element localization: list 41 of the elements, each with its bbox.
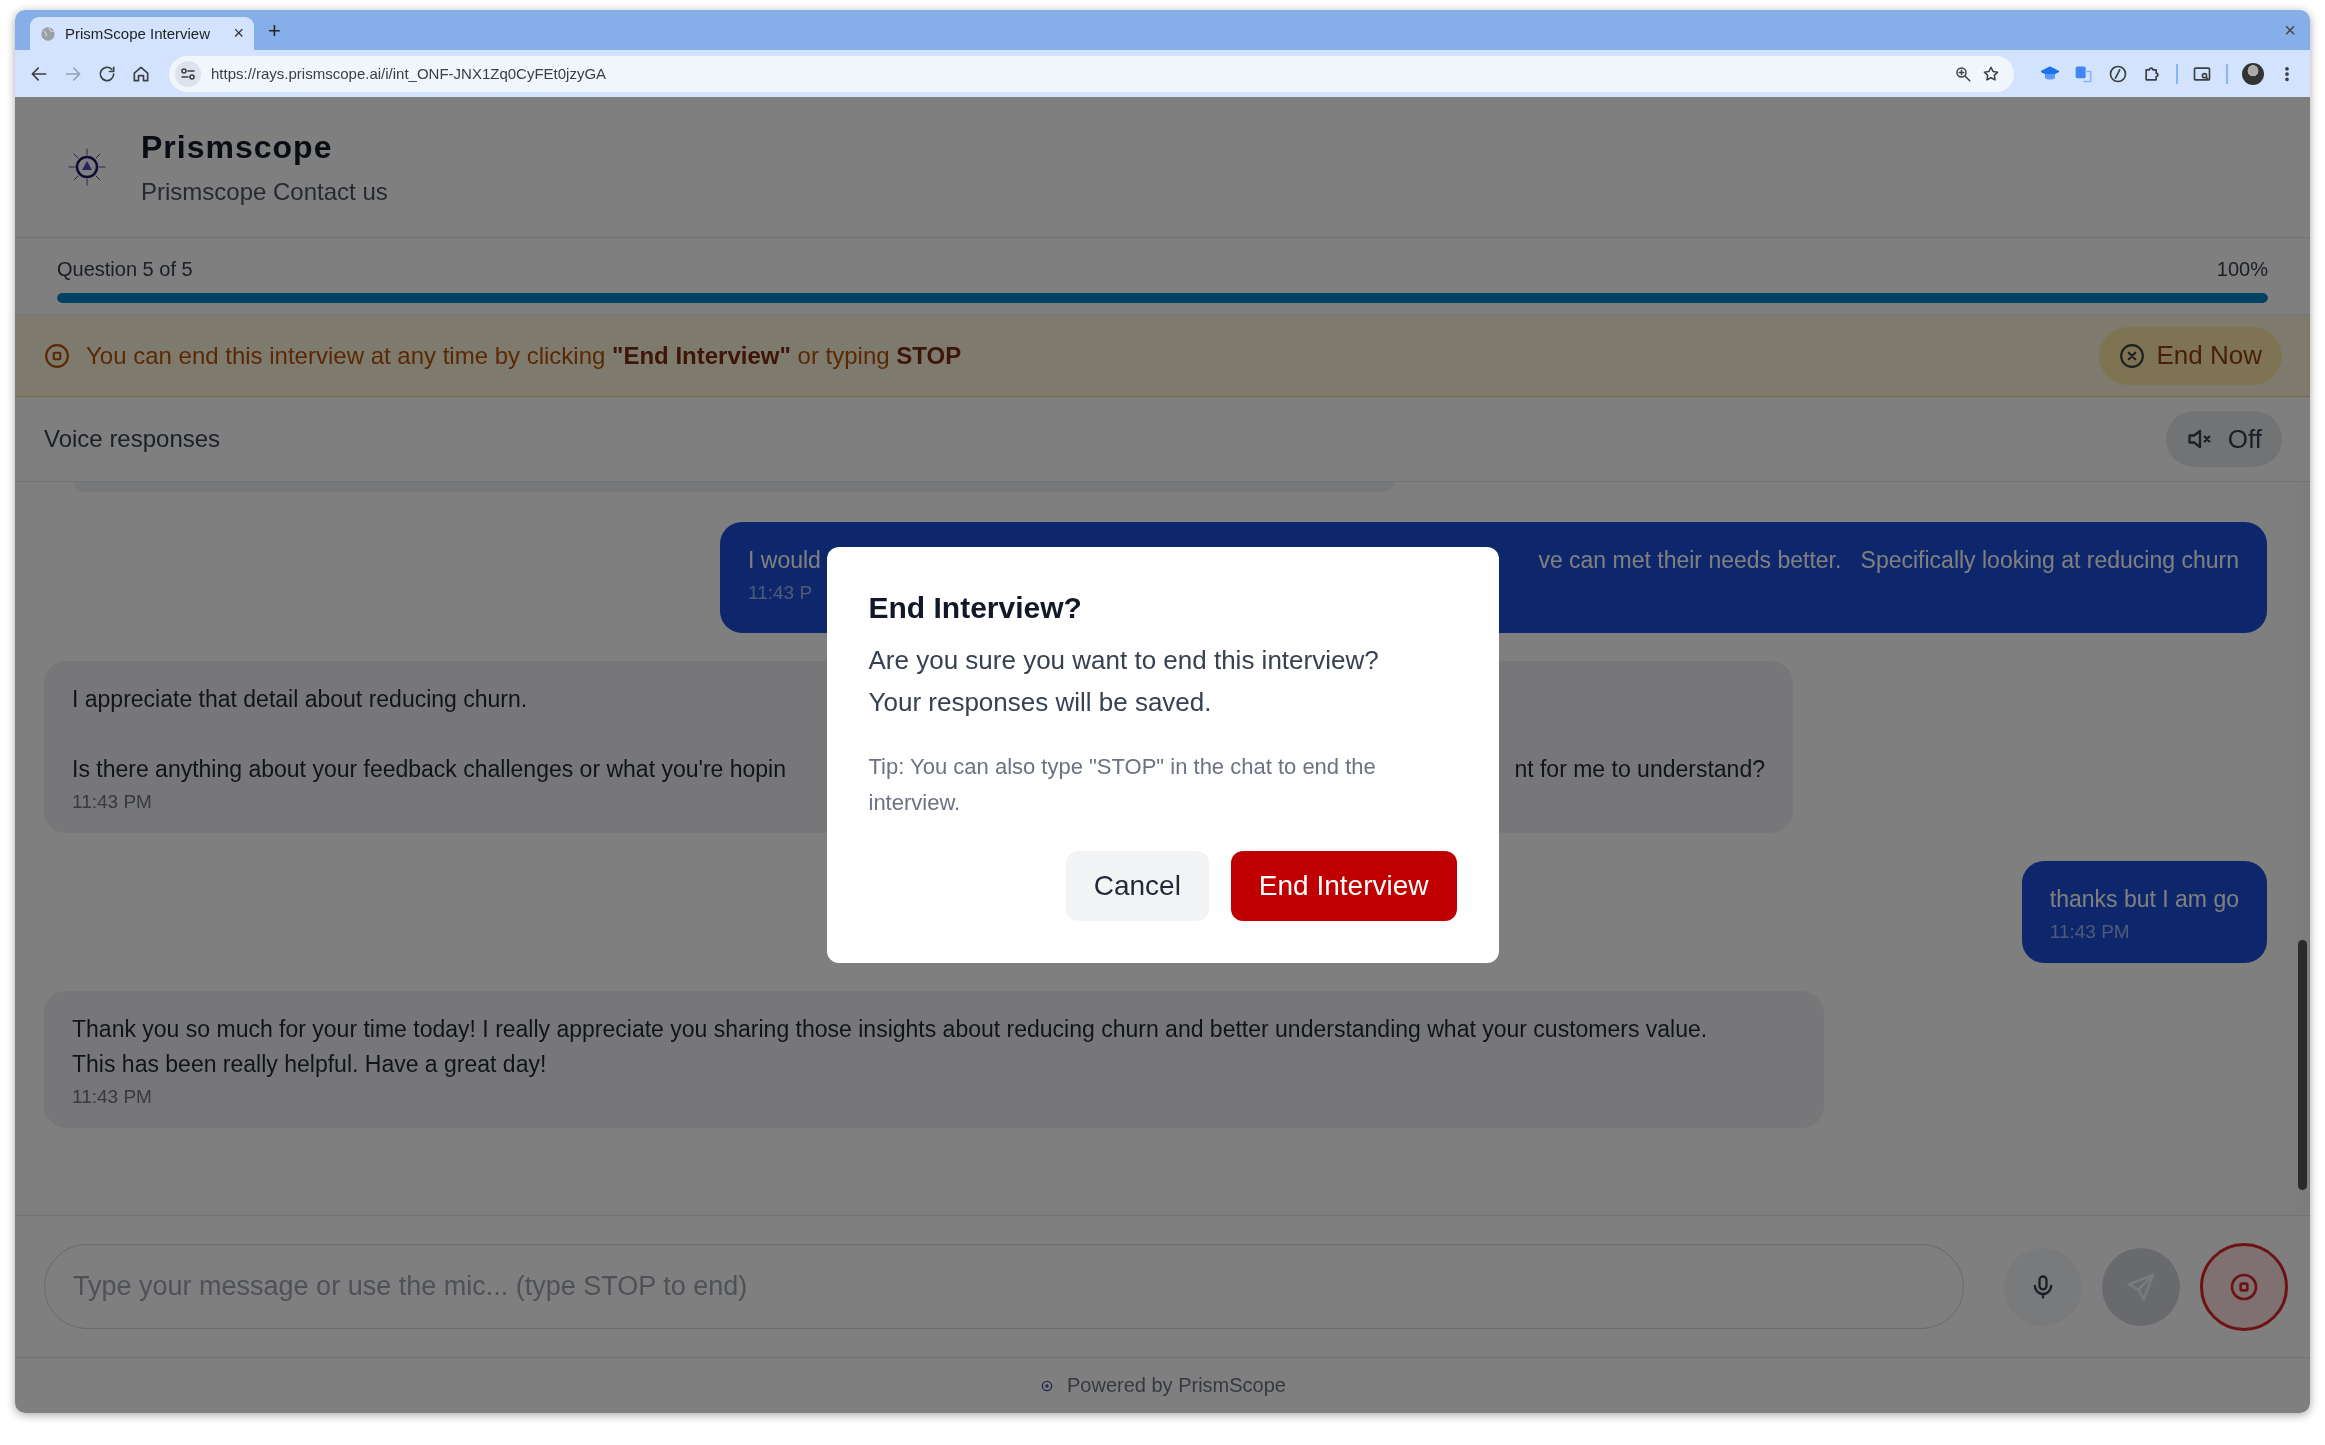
url-text: https://rays.prismscope.ai/i/int_ONF-JNX1Zq0CyFEt0jzyGA xyxy=(211,65,607,82)
site-settings-icon xyxy=(175,60,201,87)
globe-icon xyxy=(40,25,56,42)
message-time: 11:43 P xyxy=(748,582,813,604)
voice-label: Voice responses xyxy=(44,425,221,453)
zoom-icon[interactable] xyxy=(1954,64,1972,83)
message-time: 11:43 PM xyxy=(72,791,152,813)
reload-icon[interactable] xyxy=(97,63,117,84)
tab-title: PrismScope Interview xyxy=(65,25,212,42)
app-title: Prismscope xyxy=(141,128,334,166)
stop-circle-icon xyxy=(44,342,70,369)
logo-icon xyxy=(67,147,107,187)
progress-percent: 100% xyxy=(2216,258,2268,281)
message-text: I would xyxy=(748,546,821,575)
footer-text: Powered by PrismScope xyxy=(1067,1374,1286,1397)
dialog-message: Are you sure you want to end this interview? Your responses will be saved. xyxy=(868,644,1380,719)
star-icon[interactable] xyxy=(1982,64,2000,83)
close-circle-icon xyxy=(2118,342,2145,369)
message-text: nt for me to understand? xyxy=(1514,755,1765,784)
message-text: I appreciate that detail about reducing churn. xyxy=(72,685,528,714)
dialog-tip: Tip: You can also type "STOP" in the chat to end the interview. xyxy=(868,753,1377,817)
compass-icon[interactable] xyxy=(2108,63,2128,84)
cancel-button[interactable]: Cancel xyxy=(1065,851,1209,921)
tab-close-button[interactable]: × xyxy=(233,23,244,44)
message-text: thanks but I am go xyxy=(2049,885,2239,914)
avatar[interactable] xyxy=(2242,62,2264,85)
message-text: Thank you so much for your time today! I really appreciate you sharing those insights about reducing churn and better understanding what your customers value. This has been really helpful. Have a great day! xyxy=(72,1015,1709,1079)
app-subtitle: Prismscope Contact us xyxy=(141,177,388,206)
banner-text: You can end this interview at any time by clicking "End Interview" or typing STOP xyxy=(86,341,962,370)
end-interview-button[interactable]: End Interview xyxy=(1230,851,1457,921)
address-bar[interactable]: https://rays.prismscope.ai/i/int_ONF-JNX1Zq0CyFEt0jzyGA xyxy=(169,55,2014,92)
message-text: ve can met their needs better. Specifically looking at reducing churn xyxy=(1538,546,2239,575)
question-counter: Question 5 of 5 xyxy=(57,258,193,281)
message-time: 11:43 PM xyxy=(72,1086,152,1108)
window-close-button[interactable]: × xyxy=(2284,19,2296,42)
scrollbar-thumb[interactable] xyxy=(2298,940,2307,1190)
message-text: Is there anything about your feedback challenges or what you're hopin xyxy=(72,755,787,784)
browser-tab[interactable]: PrismScope Interview × xyxy=(30,17,254,50)
new-tab-button[interactable]: + xyxy=(268,18,281,44)
dialog-title: End Interview? xyxy=(868,591,1083,625)
message-time: 11:43 PM xyxy=(2049,921,2130,943)
